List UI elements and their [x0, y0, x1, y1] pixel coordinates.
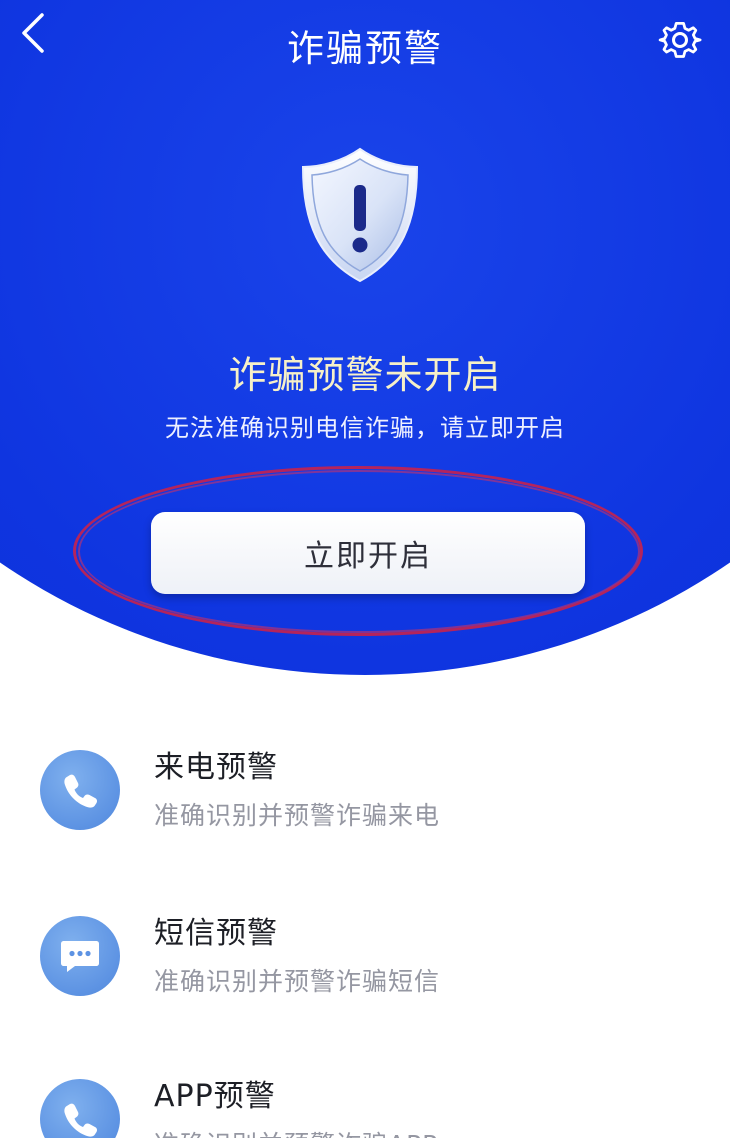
feature-title: APP预警	[154, 1079, 276, 1114]
settings-button[interactable]	[652, 12, 708, 68]
feature-description: 准确识别并预警诈骗来电	[154, 801, 441, 830]
message-icon	[40, 916, 120, 996]
enable-now-button[interactable]: 立即开启	[151, 512, 585, 594]
status-subtitle: 无法准确识别电信诈骗，请立即开启	[165, 414, 565, 442]
status-title: 诈骗预警未开启	[228, 353, 502, 397]
feature-title: 短信预警	[154, 916, 278, 951]
phone-icon	[40, 1079, 120, 1138]
shield-alert-icon	[301, 147, 419, 283]
page-title: 诈骗预警	[287, 27, 443, 70]
feature-sms-alert[interactable]: 短信预警 准确识别并预警诈骗短信	[40, 908, 700, 1018]
feature-description: 准确识别并预警诈骗APP	[154, 1125, 438, 1138]
feature-description: 准确识别并预警诈骗短信	[154, 967, 441, 996]
feature-app-alert[interactable]: APP预警 准确识别并预警诈骗APP	[40, 1071, 700, 1138]
feature-title: 来电预警	[154, 750, 278, 785]
gear-icon	[658, 21, 702, 58]
fraud-alert-page: 诈骗预警 诈骗预警未开启 无法准确识别电信诈骗，请立即开启 立即开启 来电预警 …	[0, 0, 730, 1138]
phone-icon	[40, 750, 120, 830]
feature-call-alert[interactable]: 来电预警 准确识别并预警诈骗来电	[40, 742, 700, 852]
